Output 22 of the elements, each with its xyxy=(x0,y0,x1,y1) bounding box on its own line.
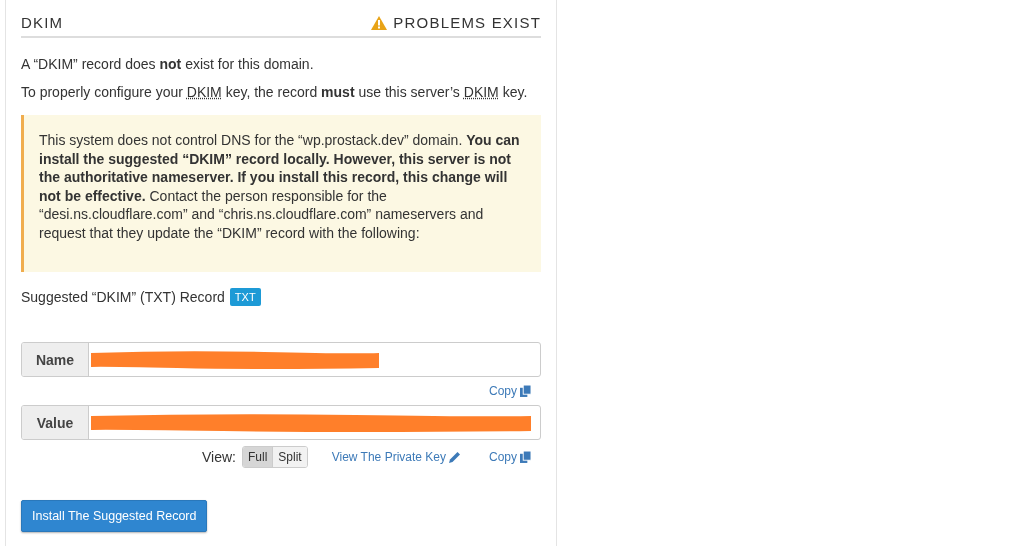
copy-icon xyxy=(520,451,531,463)
private-key-link[interactable]: View The Private Key xyxy=(331,450,461,464)
message-text: To properly configure your DKIM key, the record must use this server’s DKIM key. xyxy=(21,83,529,101)
field-label: Value xyxy=(22,406,89,439)
message-text: A “DKIM” record does not exist for this domain. xyxy=(21,55,315,73)
input-field[interactable]: Value xyxy=(21,405,541,440)
status-label: PROBLEMS EXIST xyxy=(393,14,541,31)
view-option[interactable]: Full xyxy=(243,447,273,467)
field-label: Name xyxy=(22,343,89,376)
input-field[interactable]: Name xyxy=(21,342,541,377)
copy-link[interactable]: Copy xyxy=(489,450,531,464)
record-type-badge: TXT xyxy=(229,288,261,306)
warning-icon xyxy=(371,15,388,30)
view-option[interactable]: Split xyxy=(272,447,307,467)
section-title: DKIM xyxy=(21,14,64,31)
copy-icon xyxy=(520,385,531,397)
record-label: Suggested “DKIM” (TXT) Record xyxy=(21,289,225,305)
alert-text: This system does not control DNS for the “wp.prostack.dev” domain. You can install the suggested “DKIM” record locally. However, this server is not the authoritative nameserver. If you install this record, this change will not be effective. Contact the person responsible for the “desi.ns.cloudflare.com” and “chris.ns.cloudflare.com” nameservers and request that they update the “DKIM” record with the following: xyxy=(39,131,521,242)
pencil-icon xyxy=(449,451,461,463)
copy-link[interactable]: Copy xyxy=(489,384,531,398)
view-label: View: xyxy=(202,449,236,465)
install-button[interactable]: Install The Suggested Record xyxy=(21,500,208,532)
